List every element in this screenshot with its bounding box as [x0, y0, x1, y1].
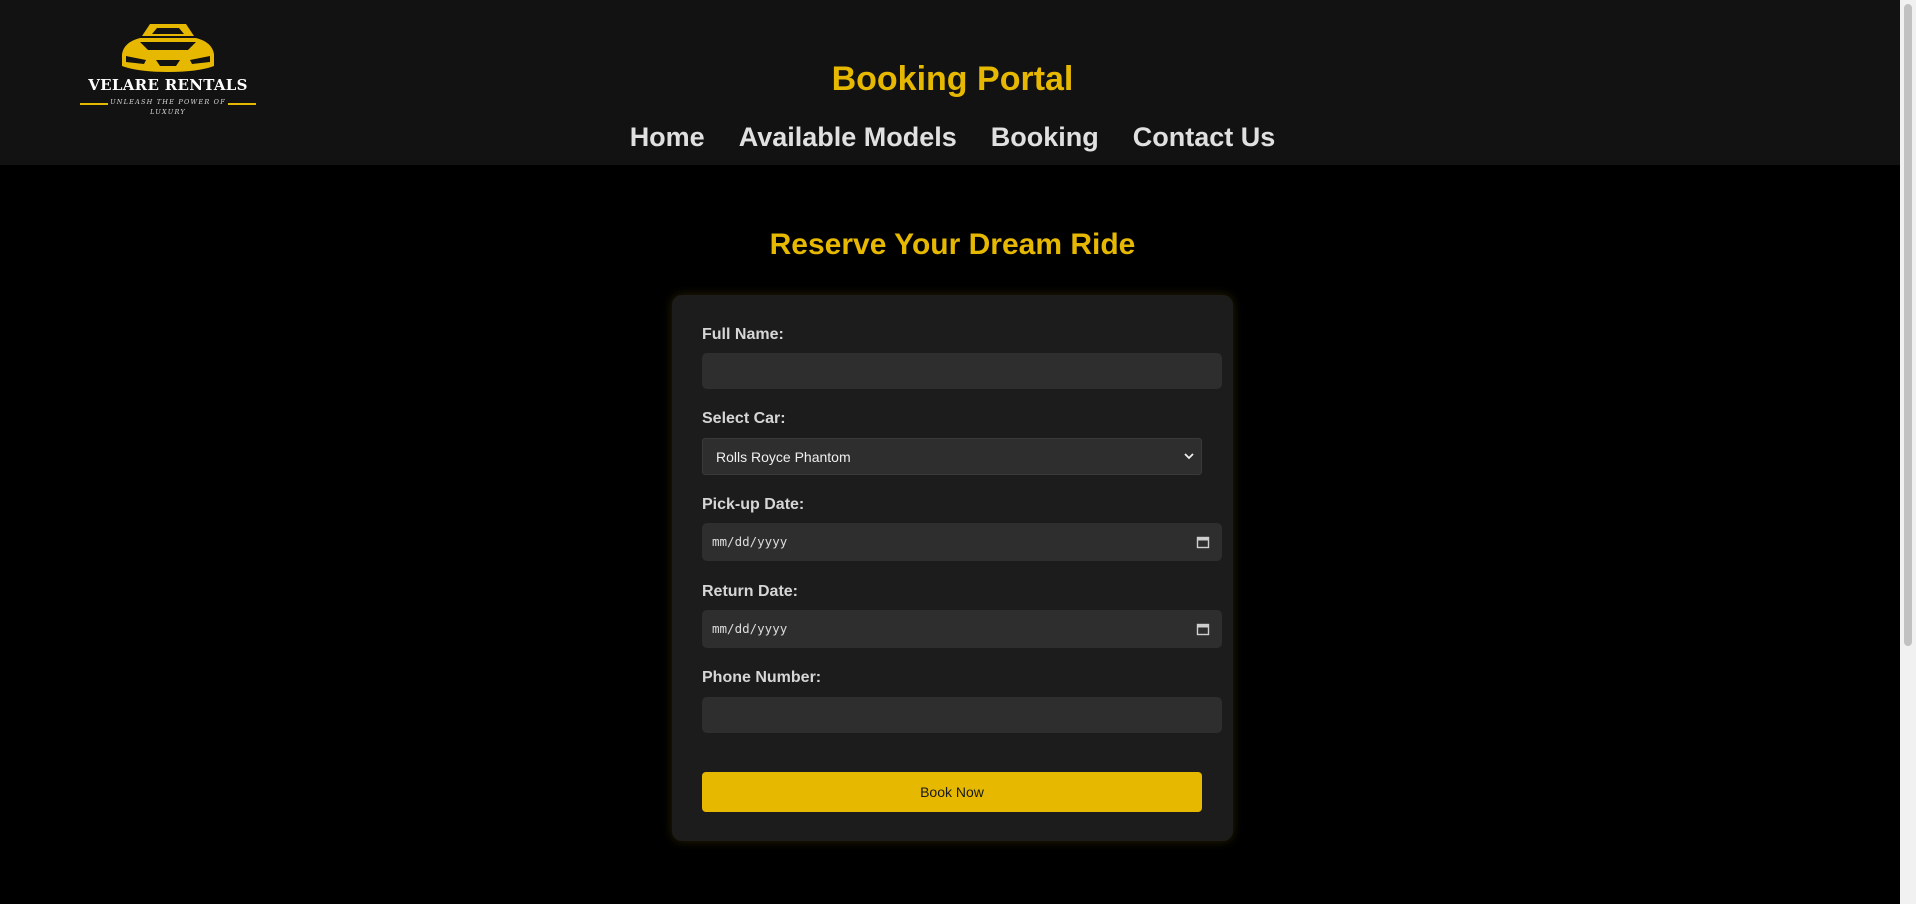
car-select[interactable]: Rolls Royce Phantom [702, 438, 1202, 475]
booking-form: Full Name: Select Car: Rolls Royce Phant… [672, 295, 1233, 841]
nav-contact-us[interactable]: Contact Us [1133, 122, 1276, 153]
select-car-label: Select Car: [702, 410, 786, 427]
logo-rule-left [80, 103, 108, 105]
calendar-icon[interactable] [1196, 535, 1210, 549]
top-header: VELARE RENTALS UNLEASH THE POWER OF LUXU… [0, 0, 1900, 165]
main-nav: Home Available Models Booking Contact Us [0, 122, 1905, 153]
page-scrollbar[interactable] [1900, 0, 1916, 904]
pickup-date-input[interactable]: mm/dd/yyyy [702, 523, 1222, 561]
pickup-date-label: Pick-up Date: [702, 496, 805, 513]
phone-label: Phone Number: [702, 669, 822, 686]
return-date-input[interactable]: mm/dd/yyyy [702, 610, 1222, 648]
scrollbar-thumb[interactable] [1904, 4, 1912, 646]
phone-input[interactable] [702, 697, 1222, 733]
return-date-placeholder: mm/dd/yyyy [712, 621, 788, 636]
calendar-icon[interactable] [1196, 622, 1210, 636]
brand-tagline: UNLEASH THE POWER OF LUXURY [110, 98, 226, 116]
nav-booking[interactable]: Booking [991, 122, 1099, 153]
nav-home[interactable]: Home [630, 122, 705, 153]
page: VELARE RENTALS UNLEASH THE POWER OF LUXU… [0, 0, 1916, 904]
page-title: Booking Portal [831, 60, 1074, 98]
chevron-down-icon [1184, 453, 1194, 460]
book-now-button[interactable]: Book Now [702, 772, 1202, 812]
section-title: Reserve Your Dream Ride [769, 228, 1136, 261]
logo-rule-right [228, 103, 256, 105]
return-date-label: Return Date: [702, 583, 799, 600]
car-select-value: Rolls Royce Phantom [716, 449, 851, 465]
nav-available-models[interactable]: Available Models [739, 122, 957, 153]
full-name-input[interactable] [702, 353, 1222, 389]
pickup-date-placeholder: mm/dd/yyyy [712, 534, 788, 549]
full-name-label: Full Name: [702, 326, 784, 343]
